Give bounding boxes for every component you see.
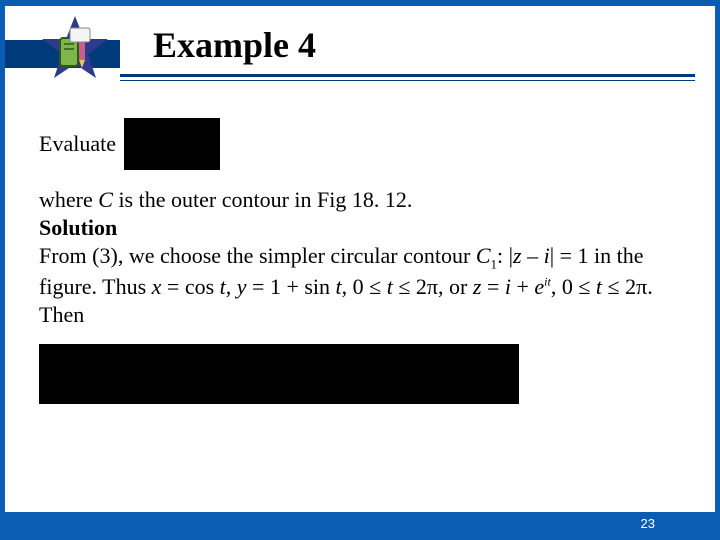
footer-bar: 23: [5, 512, 715, 534]
company-logo-icon: [40, 14, 110, 84]
page-number: 23: [641, 516, 655, 531]
formula-placeholder-2: [39, 344, 519, 404]
formula-placeholder-1: [124, 118, 220, 170]
header: Example 4: [5, 6, 715, 94]
body-text: Evaluate where C is the outer contour in…: [39, 118, 685, 404]
slide-title: Example 4: [153, 24, 316, 66]
header-rule-thick: [120, 74, 695, 77]
header-rule-thin: [120, 80, 695, 81]
evaluate-row: Evaluate: [39, 118, 685, 170]
solution-label: Solution: [39, 214, 685, 242]
superscript-it: it: [544, 275, 551, 289]
slide-content: Example 4 Evaluate where C is the outer …: [5, 6, 715, 534]
where-line: where C is the outer contour in Fig 18. …: [39, 186, 685, 214]
solution-text: From (3), we choose the simpler circular…: [39, 242, 685, 329]
evaluate-label: Evaluate: [39, 130, 116, 158]
